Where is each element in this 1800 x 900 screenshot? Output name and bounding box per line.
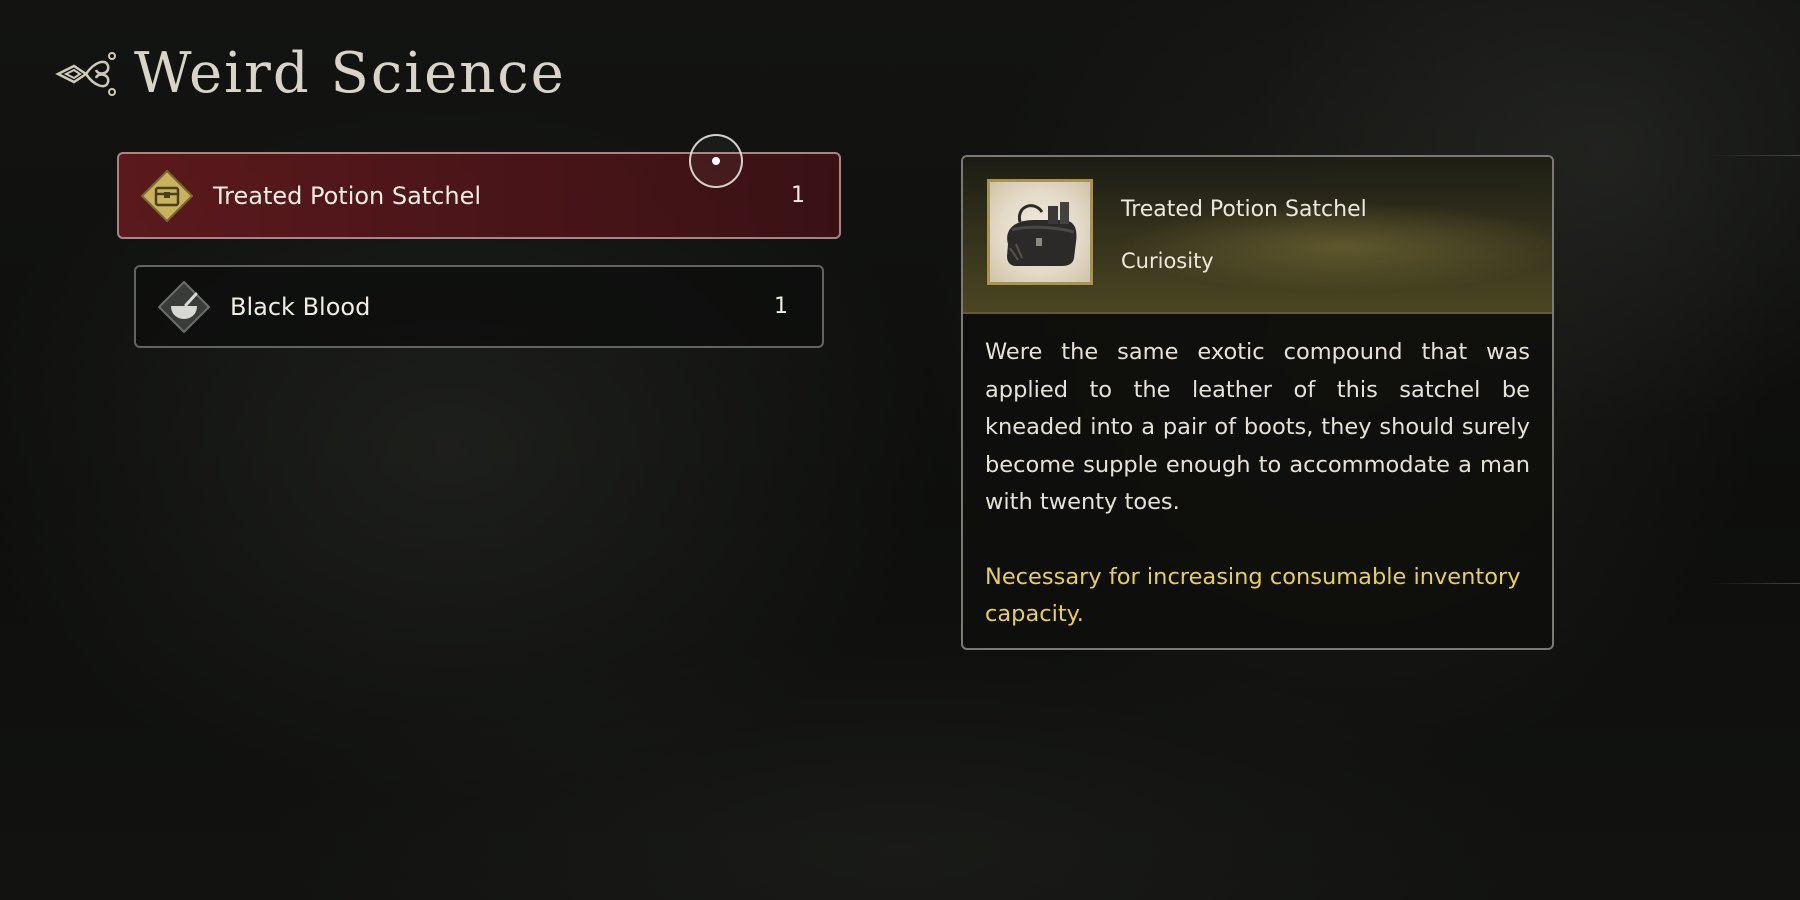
detail-header: Treated Potion Satchel Curiosity [963, 157, 1552, 314]
edge-divider [1710, 583, 1800, 584]
pointer-cursor-dot [712, 157, 720, 165]
page-header: Weird Science [52, 44, 566, 104]
item-thumbnail [987, 179, 1093, 285]
item-description: Were the same exotic compound that was a… [985, 339, 1530, 515]
item-name: Black Blood [230, 292, 371, 321]
item-count: 1 [774, 294, 788, 319]
detail-item-category: Curiosity [1121, 249, 1214, 273]
detail-body: Were the same exotic compound that was a… [963, 314, 1552, 634]
ornament-emblem-icon [55, 52, 116, 96]
item-usage-note: Necessary for increasing consumable inve… [985, 563, 1521, 628]
page-title: Weird Science [134, 41, 566, 106]
item-detail-panel: Treated Potion Satchel Curiosity Were th… [961, 155, 1554, 650]
item-count: 1 [791, 183, 805, 208]
satchel-icon [1007, 202, 1077, 266]
item-row-black-blood[interactable]: Black Blood 1 [134, 265, 824, 348]
pointer-cursor [689, 134, 743, 188]
bowl-icon [157, 280, 211, 333]
edge-divider [1710, 155, 1800, 156]
detail-item-name: Treated Potion Satchel [1121, 197, 1367, 222]
chest-icon [140, 169, 194, 222]
